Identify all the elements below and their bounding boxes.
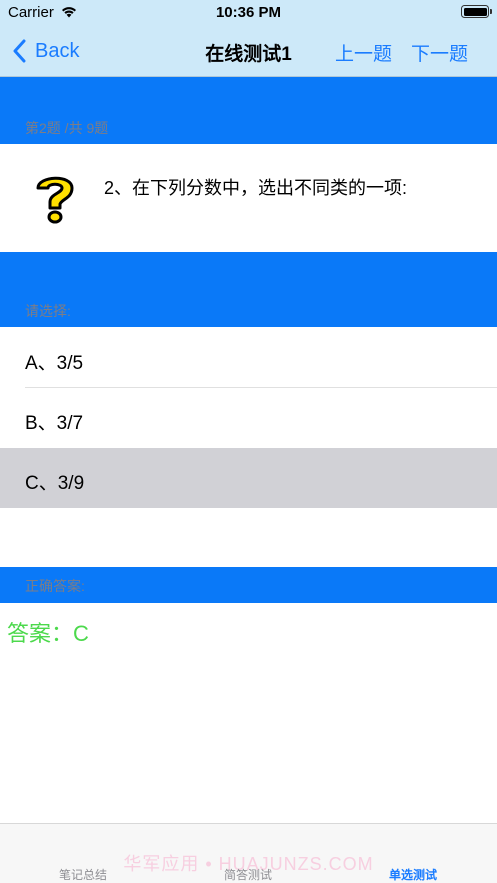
progress-section-header: 第2题 /共 9题 [0,77,497,144]
question-text: 2、在下列分数中，选出不同类的一项: [104,178,408,198]
battery-icon [461,5,492,18]
tab-single-choice-test[interactable]: 单选测试 [353,866,473,883]
chevron-left-icon [13,39,26,63]
navigation-bar: Back 在线测试1 上一题 下一题 [0,26,497,77]
correct-answer-label: 正确答案: [25,578,85,594]
choose-label: 请选择: [25,303,71,319]
status-bar: Carrier 10:36 PM [0,0,497,26]
progress-label: 第2题 /共 9题 [25,120,109,136]
option-label: C、3/9 [25,473,85,494]
tab-short-answer-test[interactable]: 简答测试 [188,866,308,883]
option-label: B、3/7 [25,413,84,434]
back-button[interactable]: Back [12,38,79,64]
option-a[interactable]: A、3/5 [0,328,497,388]
option-b[interactable]: B、3/7 [0,388,497,448]
tab-bar: 华军应用 • HUAJUNZS.COM 笔记总结 简答测试 单选测试 [0,823,497,883]
previous-question-button[interactable]: 上一题 [335,39,392,66]
tab-notes-summary[interactable]: 笔记总结 [23,866,143,883]
option-label: A、3/5 [25,353,84,374]
next-question-button[interactable]: 下一题 [411,39,468,66]
question-mark-icon [36,176,74,224]
back-label: Back [35,39,80,62]
question-card: 2、在下列分数中，选出不同类的一项: [0,144,497,252]
choose-section-header: 请选择: [0,252,497,327]
correct-answer-section-header: 正确答案: [0,567,497,603]
option-c[interactable]: C、3/9 [0,448,497,508]
answer-text: 答案：C [7,621,89,646]
clock: 10:36 PM [215,4,282,21]
